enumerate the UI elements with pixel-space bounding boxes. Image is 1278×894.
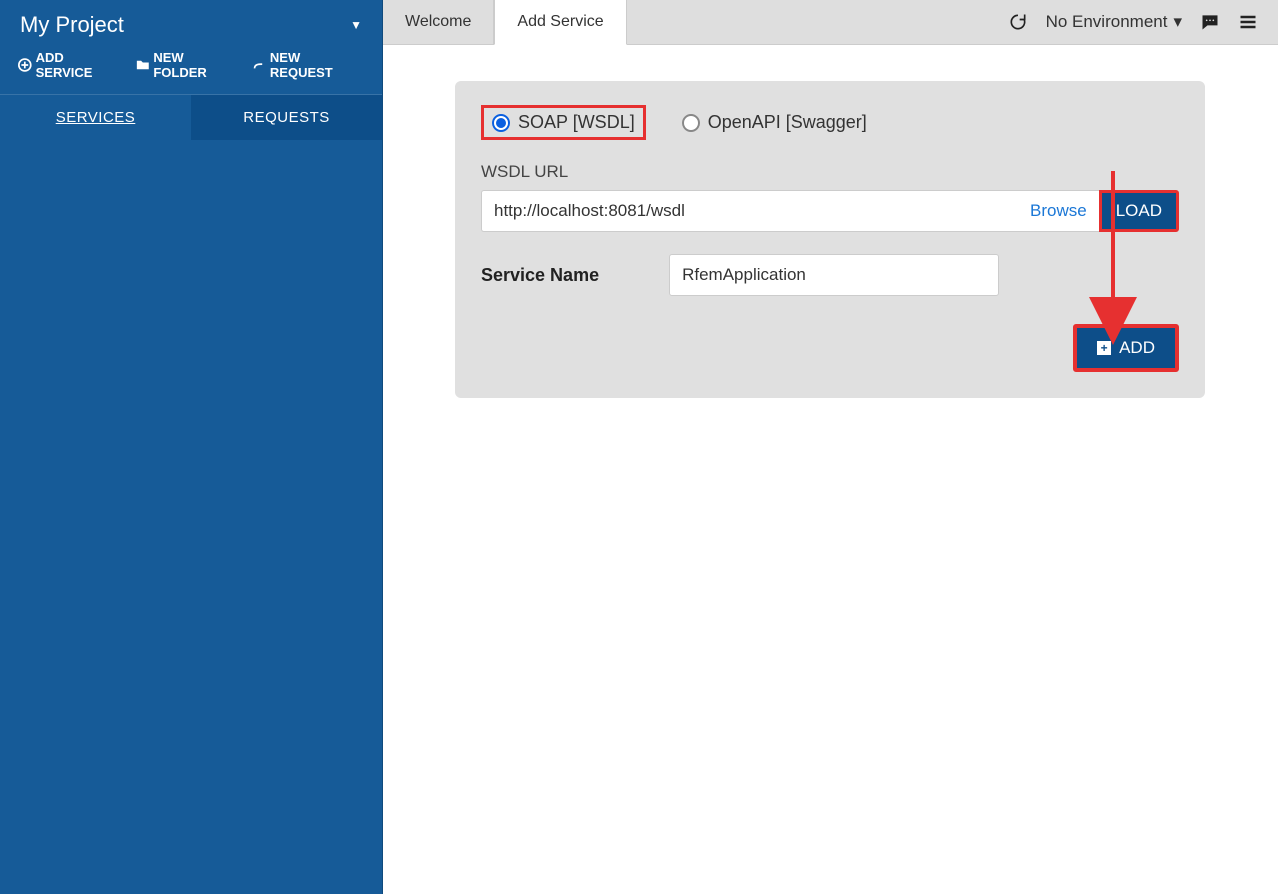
- environment-label: No Environment: [1046, 12, 1168, 32]
- wsdl-url-label: WSDL URL: [481, 162, 1179, 182]
- topbar: Welcome Add Service No Environment ▾: [383, 0, 1278, 45]
- sidebar: My Project ▼ ADD SERVICE NEW FOLDER NEW …: [0, 0, 383, 894]
- request-arrow-icon: [252, 58, 266, 72]
- plus-icon: +: [1097, 341, 1111, 355]
- new-folder-label: NEW FOLDER: [153, 50, 238, 80]
- project-title[interactable]: My Project: [20, 12, 124, 38]
- definition-type-row: SOAP [WSDL] OpenAPI [Swagger]: [481, 105, 1179, 140]
- add-service-label: ADD SERVICE: [36, 50, 122, 80]
- tab-add-service[interactable]: Add Service: [494, 0, 626, 45]
- radio-openapi-swagger[interactable]: OpenAPI [Swagger]: [674, 108, 875, 137]
- wsdl-url-row: Browse LOAD: [481, 190, 1179, 232]
- project-dropdown-caret[interactable]: ▼: [350, 18, 362, 32]
- top-tabs: Welcome Add Service: [383, 0, 627, 44]
- refresh-icon: [1008, 12, 1028, 32]
- topbar-right: No Environment ▾: [1008, 0, 1278, 44]
- load-button[interactable]: LOAD: [1099, 190, 1179, 232]
- add-service-action[interactable]: ADD SERVICE: [18, 50, 122, 80]
- sidebar-tab-services[interactable]: SERVICES: [0, 95, 191, 140]
- browse-link[interactable]: Browse: [1018, 190, 1099, 232]
- chat-button[interactable]: [1200, 12, 1220, 32]
- add-row: + ADD: [481, 324, 1179, 372]
- radio-icon: [682, 114, 700, 132]
- radio-soap-label: SOAP [WSDL]: [518, 112, 635, 133]
- content-wrap: SOAP [WSDL] OpenAPI [Swagger] WSDL URL B…: [383, 45, 1278, 894]
- add-service-panel: SOAP [WSDL] OpenAPI [Swagger] WSDL URL B…: [455, 81, 1205, 398]
- new-request-label: NEW REQUEST: [270, 50, 364, 80]
- wsdl-url-input[interactable]: [481, 190, 1018, 232]
- menu-button[interactable]: [1238, 12, 1258, 32]
- main-area: Welcome Add Service No Environment ▾: [383, 0, 1278, 894]
- folder-plus-icon: [136, 58, 150, 72]
- chevron-down-icon: ▾: [1173, 12, 1182, 32]
- tab-welcome[interactable]: Welcome: [383, 0, 494, 44]
- new-folder-action[interactable]: NEW FOLDER: [136, 50, 239, 80]
- sidebar-tabs: SERVICES REQUESTS: [0, 94, 382, 140]
- radio-openapi-label: OpenAPI [Swagger]: [708, 112, 867, 133]
- menu-icon: [1238, 12, 1258, 32]
- sidebar-header: My Project ▼: [0, 0, 382, 46]
- new-request-action[interactable]: NEW REQUEST: [252, 50, 364, 80]
- service-name-row: Service Name: [481, 254, 1179, 296]
- service-name-label: Service Name: [481, 265, 599, 286]
- radio-icon: [492, 114, 510, 132]
- refresh-button[interactable]: [1008, 12, 1028, 32]
- service-name-input[interactable]: [669, 254, 999, 296]
- radio-soap-wsdl[interactable]: SOAP [WSDL]: [481, 105, 646, 140]
- chat-icon: [1200, 12, 1220, 32]
- environment-selector[interactable]: No Environment ▾: [1046, 12, 1182, 32]
- sidebar-tab-requests[interactable]: REQUESTS: [191, 95, 382, 140]
- plus-circle-icon: [18, 58, 32, 72]
- sidebar-actions: ADD SERVICE NEW FOLDER NEW REQUEST: [0, 46, 382, 94]
- add-button[interactable]: + ADD: [1073, 324, 1179, 372]
- add-button-label: ADD: [1119, 338, 1155, 358]
